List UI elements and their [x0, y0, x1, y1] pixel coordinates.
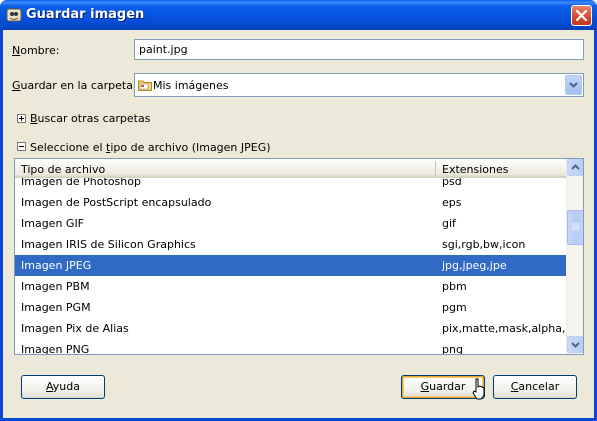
chevron-down-icon	[569, 82, 578, 88]
grip-icon	[572, 223, 579, 231]
file-type-list[interactable]: Tipo de archivo Extensiones Imagen de Ph…	[14, 158, 584, 355]
plus-icon	[19, 116, 24, 121]
column-header-extensions[interactable]: Extensiones	[442, 163, 509, 176]
browse-expander-toggle[interactable]	[17, 114, 26, 123]
table-row[interactable]: Imagen de Photoshop psd	[15, 178, 567, 192]
table-row[interactable]: Imagen GIF gif	[15, 213, 567, 234]
file-type-extensions: png	[442, 343, 463, 355]
file-type-name: Imagen JPEG	[21, 259, 92, 272]
file-type-extensions: gif	[442, 217, 456, 230]
file-type-extensions: sgi,rgb,bw,icon	[442, 238, 526, 251]
save-image-dialog: Guardar imagen Nombre: paint.jpg Guardar…	[0, 0, 597, 421]
table-row[interactable]: Imagen Pix de Alias pix,matte,mask,alpha,…	[15, 318, 567, 339]
file-type-name: Imagen GIF	[21, 217, 85, 230]
folder-label: Guardar en la carpeta:	[12, 79, 137, 92]
dialog-body: Nombre: paint.jpg Guardar en la carpeta:…	[3, 30, 594, 418]
file-type-name: Imagen PGM	[21, 301, 91, 314]
hand-cursor-icon	[472, 378, 485, 400]
scroll-down-button[interactable]	[567, 336, 583, 353]
gimp-app-icon	[6, 8, 22, 22]
minus-icon	[19, 146, 24, 147]
vertical-scrollbar[interactable]	[566, 159, 583, 354]
file-type-extensions: psd	[442, 178, 462, 188]
table-row[interactable]: Imagen JPEG jpg,jpeg,jpe	[15, 255, 567, 276]
file-type-name: Imagen de Photoshop	[21, 178, 141, 188]
table-row[interactable]: Imagen PNG png	[15, 339, 567, 355]
file-type-extensions: eps	[442, 196, 462, 209]
filetype-expander-label[interactable]: Seleccione el tipo de archivo (Imagen JP…	[30, 141, 271, 154]
file-type-extensions: pix,matte,mask,alpha,als	[442, 322, 567, 335]
file-type-name: Imagen PNG	[21, 343, 90, 355]
table-row[interactable]: Imagen IRIS de Silicon Graphics sgi,rgb,b…	[15, 234, 567, 255]
folder-combobox[interactable]: Mis imágenes	[134, 73, 584, 97]
browse-expander-label[interactable]: Buscar otras carpetas	[30, 112, 150, 125]
list-header: Tipo de archivo Extensiones	[15, 159, 567, 178]
chevron-down-icon	[571, 342, 580, 348]
table-row[interactable]: Imagen PGM pgm	[15, 297, 567, 318]
file-type-extensions: pbm	[442, 280, 467, 293]
folder-dropdown-button[interactable]	[565, 75, 582, 95]
table-row[interactable]: Imagen de PostScript encapsulado eps	[15, 192, 567, 213]
column-header-type[interactable]: Tipo de archivo	[21, 163, 105, 176]
name-label: Nombre:	[12, 44, 60, 57]
file-type-extensions: jpg,jpeg,jpe	[442, 259, 507, 272]
table-row[interactable]: Imagen PBM pbm	[15, 276, 567, 297]
scroll-thumb[interactable]	[567, 210, 583, 245]
file-type-name: Imagen Pix de Alias	[21, 322, 129, 335]
filename-input[interactable]: paint.jpg	[134, 39, 584, 60]
folder-icon	[138, 80, 152, 91]
file-type-name: Imagen PBM	[21, 280, 90, 293]
file-type-name: Imagen IRIS de Silicon Graphics	[21, 238, 196, 251]
filetype-expander-toggle[interactable]	[17, 142, 26, 151]
column-separator[interactable]	[435, 161, 436, 176]
scroll-up-button[interactable]	[567, 159, 583, 176]
close-button[interactable]	[571, 5, 592, 26]
list-rows: Imagen de Photoshop psd Imagen de PostScri…	[15, 178, 567, 355]
cancel-button[interactable]: Cancelar	[493, 375, 577, 399]
title-bar[interactable]: Guardar imagen	[0, 0, 597, 30]
window-title: Guardar imagen	[26, 7, 145, 22]
file-type-extensions: pgm	[442, 301, 467, 314]
close-icon	[575, 9, 588, 22]
chevron-up-icon	[571, 164, 580, 170]
help-button[interactable]: Ayuda	[21, 375, 105, 399]
folder-value: Mis imágenes	[153, 79, 229, 92]
file-type-name: Imagen de PostScript encapsulado	[21, 196, 212, 209]
